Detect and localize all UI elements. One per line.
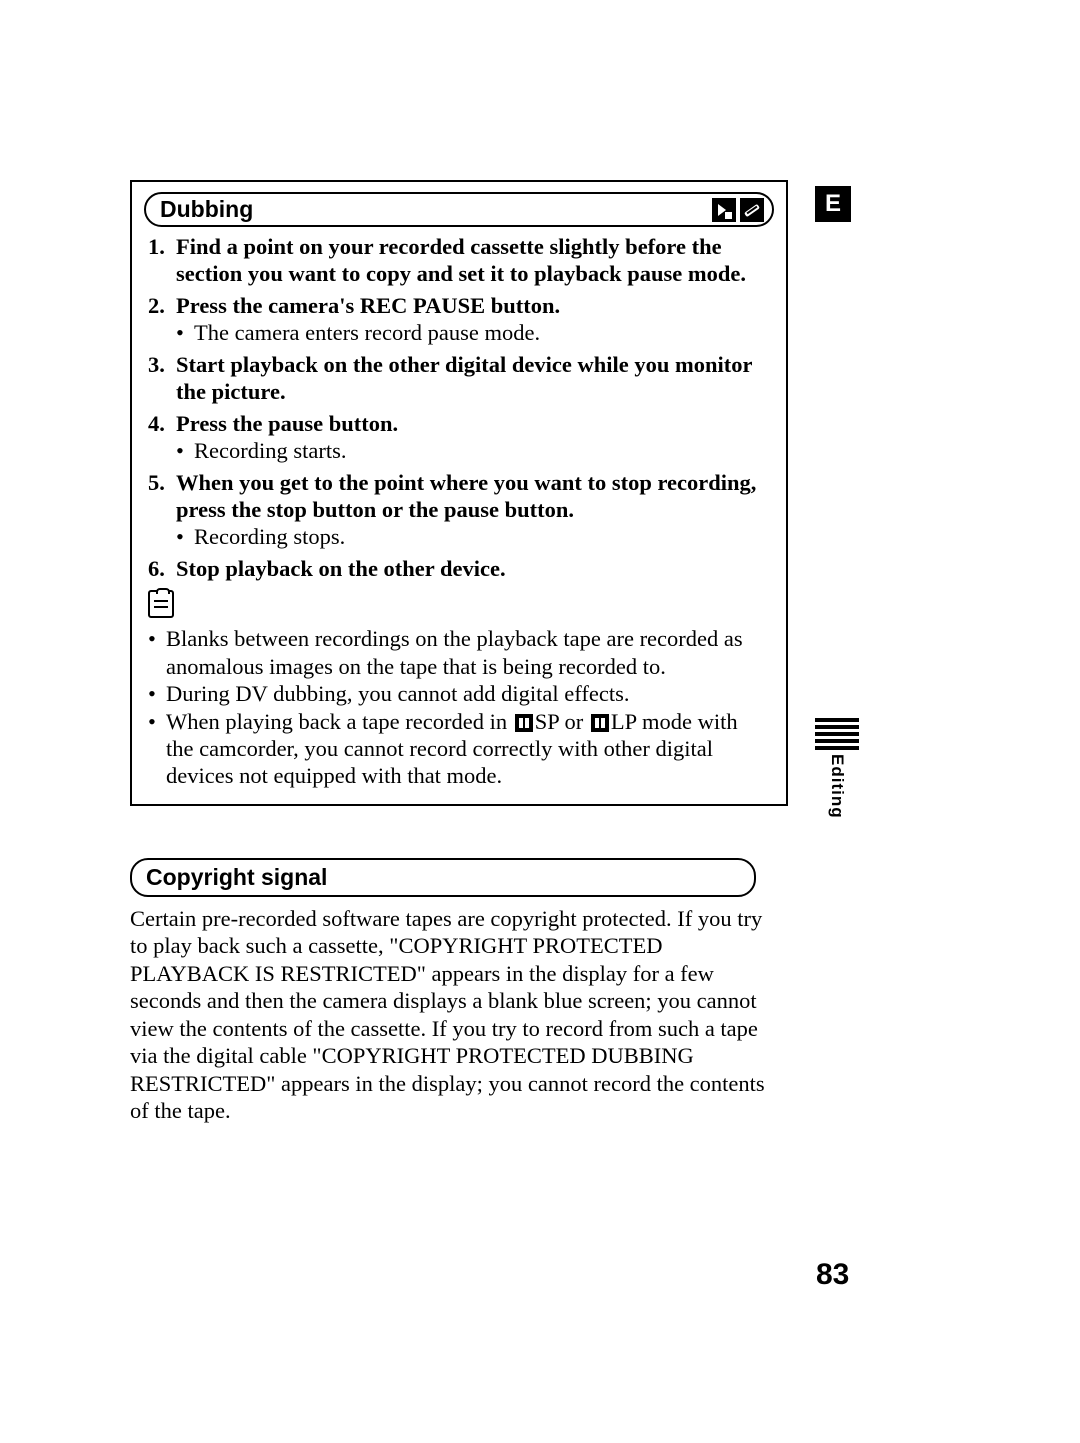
step-1-text: Find a point on your recorded cassette s…	[176, 234, 746, 286]
step-4-text: Press the pause button.	[176, 411, 398, 436]
step-6-text: Stop playback on the other device.	[176, 556, 506, 581]
step-4-sub: Recording starts.	[194, 437, 346, 464]
dubbing-heading-row: Dubbing	[144, 192, 774, 227]
dubbing-notes: •Blanks between recordings on the playba…	[144, 625, 774, 790]
page: E Editing Dubbing 1. Find a point on you…	[0, 0, 1080, 1443]
step-5-sub: Recording stops.	[194, 523, 345, 550]
note-1: Blanks between recordings on the playbac…	[166, 625, 770, 680]
step-2: 2. Press the camera's REC PAUSE button. …	[148, 292, 770, 347]
step-3: 3. Start playback on the other digital d…	[148, 351, 770, 406]
page-number: 83	[816, 1258, 849, 1292]
notes-icon	[148, 590, 174, 618]
step-5-text: When you get to the point where you want…	[176, 470, 756, 522]
copyright-paragraph: Certain pre-recorded software tapes are …	[130, 905, 770, 1125]
step-4: 4. Press the pause button. •Recording st…	[148, 410, 770, 465]
note-2: During DV dubbing, you cannot add digita…	[166, 680, 629, 707]
hi8-icon	[515, 714, 533, 732]
step-6: 6. Stop playback on the other device.	[148, 555, 770, 582]
dubbing-box: Dubbing 1. Find a point on your recorded…	[130, 180, 788, 806]
step-2-text: Press the camera's REC PAUSE button.	[176, 293, 560, 318]
step-5: 5. When you get to the point where you w…	[148, 469, 770, 551]
copyright-heading: Copyright signal	[146, 864, 327, 890]
copyright-heading-row: Copyright signal	[130, 858, 756, 897]
dubbing-steps: 1. Find a point on your recorded cassett…	[144, 233, 774, 582]
playback-mode-icon	[712, 198, 736, 222]
section-tab-bars-icon	[815, 718, 859, 750]
hi8-icon	[591, 714, 609, 732]
step-3-text: Start playback on the other digital devi…	[176, 352, 752, 404]
step-1: 1. Find a point on your recorded cassett…	[148, 233, 770, 288]
step-2-sub: The camera enters record pause mode.	[194, 319, 540, 346]
section-tab: Editing	[815, 718, 859, 819]
section-tab-label: Editing	[827, 754, 847, 819]
edit-mode-icon	[740, 198, 764, 222]
note-3: When playing back a tape recorded in SP …	[166, 708, 770, 790]
language-badge: E	[815, 186, 851, 222]
dubbing-heading-icons	[712, 198, 764, 222]
dubbing-heading: Dubbing	[160, 196, 253, 223]
